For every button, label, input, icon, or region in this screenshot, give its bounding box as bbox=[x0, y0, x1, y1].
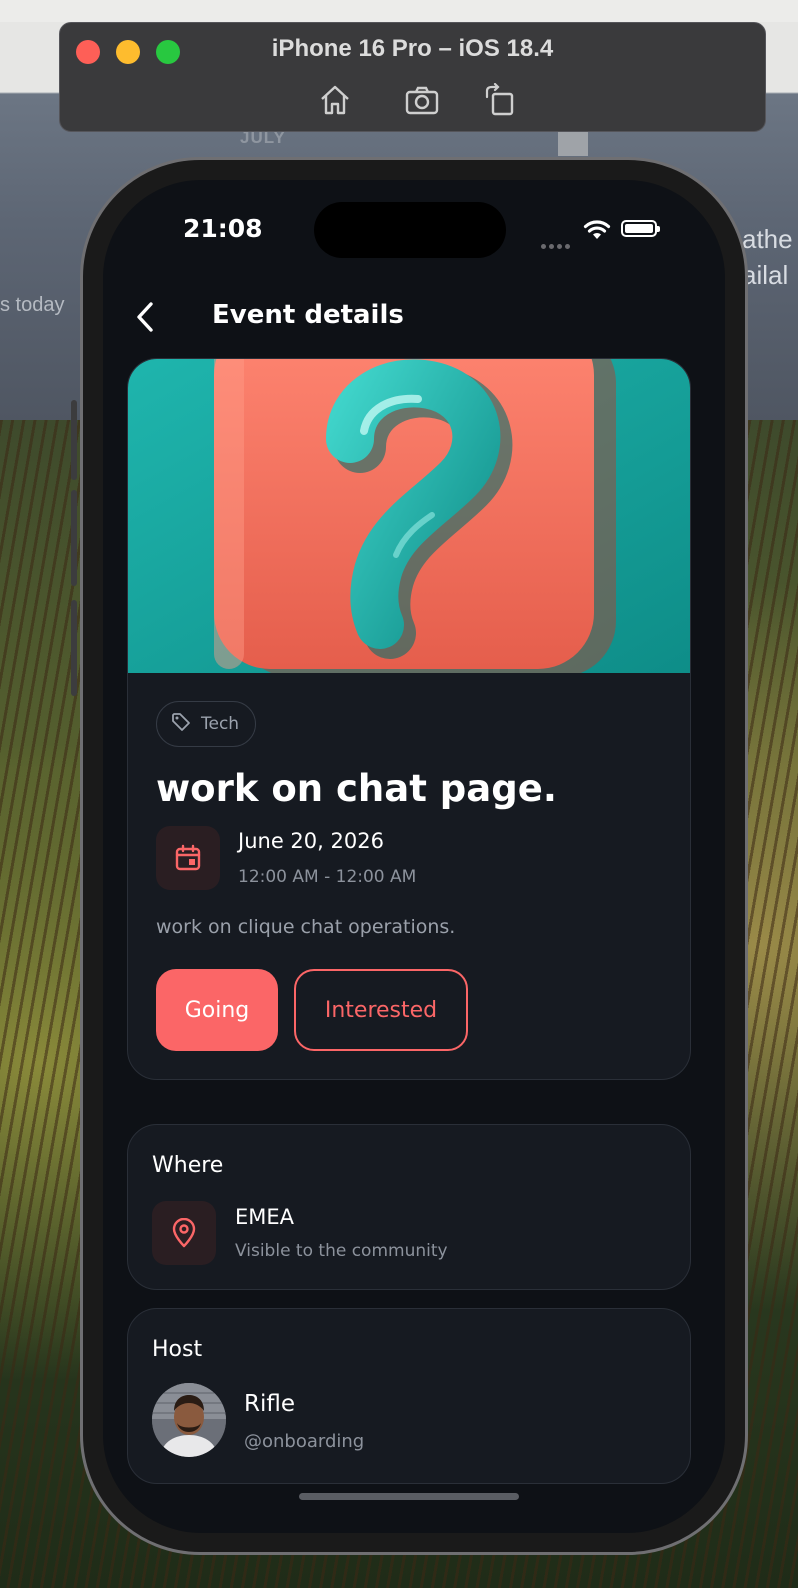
host-heading: Host bbox=[152, 1337, 203, 1362]
host-name[interactable]: Rifle bbox=[244, 1391, 295, 1417]
action-button bbox=[71, 400, 77, 480]
battery-icon bbox=[621, 220, 660, 237]
wifi-icon bbox=[583, 218, 611, 244]
volume-up-button bbox=[71, 490, 77, 586]
rotate-icon[interactable] bbox=[483, 82, 517, 117]
phone-screen: 21:08 Event details Tech work on chat pa… bbox=[103, 180, 725, 1533]
status-time: 21:08 bbox=[183, 214, 263, 243]
desktop-top-strip bbox=[0, 0, 798, 22]
simulator-title-bar: iPhone 16 Pro – iOS 18.4 bbox=[59, 22, 766, 132]
tag-icon bbox=[171, 712, 191, 736]
host-card[interactable]: Host Rifle @onboarding bbox=[127, 1308, 691, 1484]
location-pin-icon bbox=[152, 1201, 216, 1265]
event-time: 12:00 AM - 12:00 AM bbox=[238, 867, 417, 887]
cellular-signal-icon bbox=[541, 234, 573, 253]
going-button[interactable]: Going bbox=[156, 969, 278, 1051]
where-card: Where EMEA Visible to the community bbox=[127, 1124, 691, 1290]
tag-label: Tech bbox=[201, 714, 240, 734]
event-title: work on chat page. bbox=[156, 767, 557, 810]
event-cover-image bbox=[128, 359, 690, 673]
home-indicator[interactable] bbox=[299, 1493, 519, 1500]
screenshot-icon[interactable] bbox=[405, 83, 439, 117]
background-weather-text: athe bbox=[742, 224, 793, 254]
interested-button[interactable]: Interested bbox=[294, 969, 468, 1051]
background-weather-text-2: ailal bbox=[742, 260, 789, 290]
category-tag[interactable]: Tech bbox=[156, 701, 257, 747]
volume-down-button bbox=[71, 600, 77, 696]
simulator-title: iPhone 16 Pro – iOS 18.4 bbox=[271, 35, 554, 62]
event-description: work on clique chat operations. bbox=[156, 916, 456, 938]
host-avatar[interactable] bbox=[152, 1383, 226, 1457]
page-title: Event details bbox=[212, 300, 404, 330]
host-handle: @onboarding bbox=[244, 1431, 365, 1452]
back-button[interactable] bbox=[131, 300, 161, 334]
background-widget-text: s today bbox=[0, 294, 65, 316]
event-card: Tech work on chat page. June 20, 2026 12… bbox=[127, 358, 691, 1080]
home-icon[interactable] bbox=[318, 83, 352, 117]
event-date: June 20, 2026 bbox=[238, 829, 384, 853]
where-heading: Where bbox=[152, 1153, 224, 1178]
location-name: EMEA bbox=[235, 1205, 295, 1229]
background-calendar-block bbox=[558, 132, 588, 156]
calendar-icon bbox=[156, 826, 220, 890]
location-visibility: Visible to the community bbox=[235, 1241, 448, 1261]
dynamic-island bbox=[314, 202, 506, 258]
